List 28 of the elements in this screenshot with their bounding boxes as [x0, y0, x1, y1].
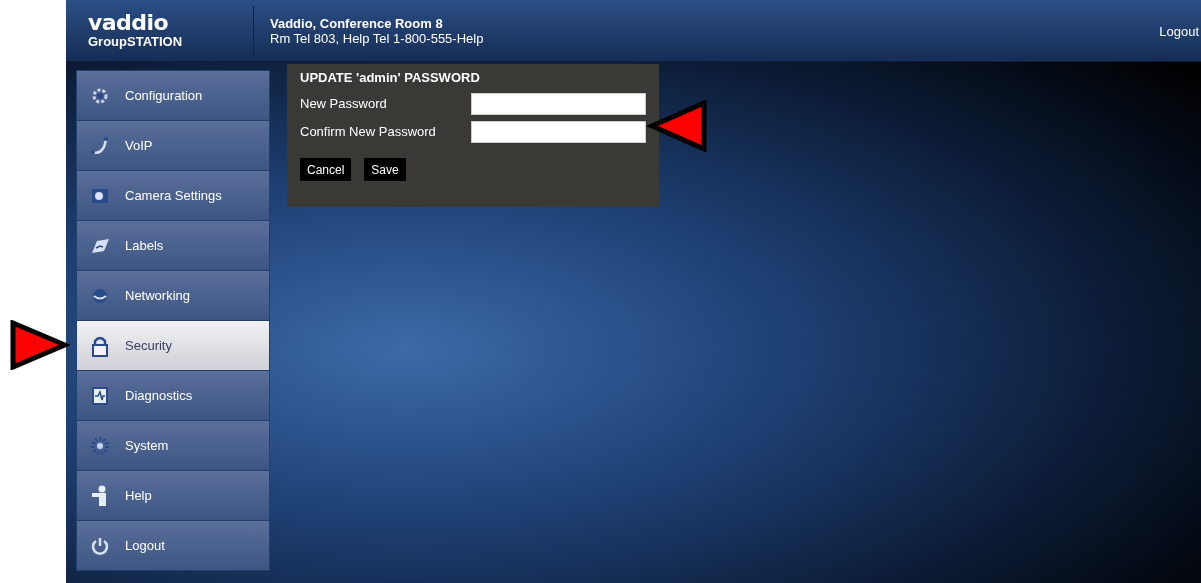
- sidebar-item[interactable]: Diagnostics: [77, 371, 269, 420]
- field-label: New Password: [300, 95, 388, 114]
- sidebar-item[interactable]: System: [77, 421, 269, 470]
- sidebar-item[interactable]: Configuration: [77, 71, 269, 120]
- cog-icon: [89, 434, 111, 457]
- pulse-icon: [89, 384, 111, 407]
- sidebar-item[interactable]: Help: [77, 471, 269, 520]
- lock-icon: [89, 334, 111, 357]
- sidebar-item[interactable]: Security: [77, 321, 269, 370]
- sidebar-item[interactable]: Labels: [77, 221, 269, 270]
- callout-arrow: [646, 100, 708, 152]
- panel-button[interactable]: Cancel: [300, 158, 352, 181]
- phone-icon: [89, 134, 111, 157]
- sidebar-item[interactable]: VoIP: [77, 121, 269, 170]
- password-field[interactable]: [471, 93, 646, 115]
- password-field[interactable]: [471, 121, 646, 143]
- phone-info: Rm Tel 803, Help Tel 1-800-555-Help: [270, 30, 485, 46]
- product-name: GroupSTATION: [88, 33, 184, 50]
- panel-button[interactable]: Save: [364, 158, 406, 181]
- sidebar-item[interactable]: Networking: [77, 271, 269, 320]
- logo-text: vaddio: [88, 11, 170, 34]
- logout-link[interactable]: Logout: [1159, 22, 1201, 42]
- panel-title: UPDATE 'admin' PASSWORD: [300, 70, 481, 86]
- room-name: Vaddio, Conference Room 8: [270, 15, 444, 31]
- field-label: Confirm New Password: [300, 123, 437, 142]
- callout-arrow: [10, 320, 70, 370]
- sidebar-item[interactable]: Logout: [77, 521, 269, 570]
- sidebar-item[interactable]: Camera Settings: [77, 171, 269, 220]
